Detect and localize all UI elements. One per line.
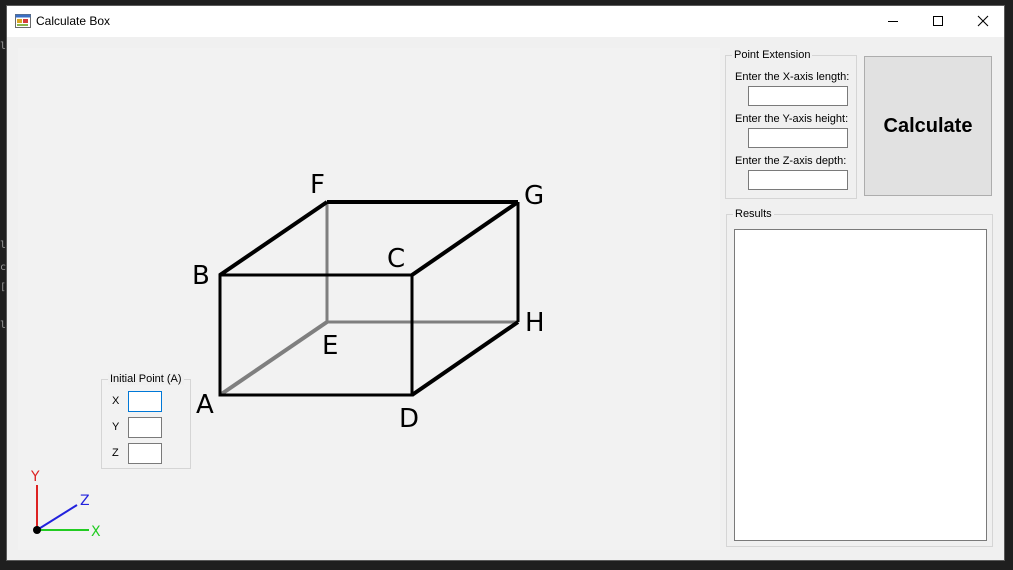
maximize-icon xyxy=(933,16,943,26)
z-axis-line xyxy=(36,504,78,531)
minimize-icon xyxy=(888,21,898,22)
vertex-label-h: H xyxy=(525,308,545,338)
edge-A-E xyxy=(218,320,329,397)
y-height-label: Enter the Y-axis height: xyxy=(735,113,849,125)
origin-dot xyxy=(33,526,41,534)
axes-gizmo: Y X Z xyxy=(30,469,101,540)
close-icon xyxy=(977,15,989,27)
client-area: A B C D E F G H Y X Z Initial Point (A) xyxy=(7,37,1004,560)
initial-y-input[interactable] xyxy=(128,417,162,438)
point-extension-group: Point Extension Enter the X-axis length:… xyxy=(725,49,857,199)
results-textbox[interactable] xyxy=(734,229,987,541)
x-axis-label: X xyxy=(91,524,101,540)
initial-x-label: X xyxy=(112,395,120,407)
drawing-canvas: A B C D E F G H xyxy=(18,48,720,550)
point-extension-title: Point Extension xyxy=(732,49,813,61)
vertex-label-f: F xyxy=(310,170,325,200)
results-group: Results xyxy=(726,208,993,547)
vertex-label-b: B xyxy=(192,261,210,291)
y-height-input[interactable] xyxy=(748,128,848,148)
edge-C-G xyxy=(410,200,520,277)
vertex-label-d: D xyxy=(399,404,419,434)
x-length-input[interactable] xyxy=(748,86,848,106)
initial-y-label: Y xyxy=(112,421,120,433)
initial-point-group: Initial Point (A) X Y Z xyxy=(101,373,191,469)
vertex-label-g: G xyxy=(524,181,544,211)
y-axis-label: Y xyxy=(30,469,40,485)
vertex-label-a: A xyxy=(196,390,214,420)
initial-x-input[interactable] xyxy=(128,391,162,412)
maximize-button[interactable] xyxy=(915,6,960,36)
close-button[interactable] xyxy=(960,6,1004,36)
z-axis-label: Z xyxy=(80,493,90,509)
x-length-label: Enter the X-axis length: xyxy=(735,71,850,83)
app-window: Calculate Box A B C D E F G H Y X Z Init… xyxy=(6,5,1005,561)
edge-B-F xyxy=(218,200,329,277)
minimize-button[interactable] xyxy=(870,6,915,36)
initial-z-input[interactable] xyxy=(128,443,162,464)
calculate-button[interactable]: Calculate xyxy=(864,56,992,196)
z-depth-label: Enter the Z-axis depth: xyxy=(735,155,847,167)
initial-point-title: Initial Point (A) xyxy=(108,373,184,385)
edge-D-H xyxy=(410,320,520,397)
title-bar: Calculate Box xyxy=(7,6,1004,37)
app-icon xyxy=(15,14,31,28)
vertex-label-c: C xyxy=(387,244,405,274)
results-title: Results xyxy=(733,208,774,220)
window-title: Calculate Box xyxy=(36,14,111,28)
initial-z-label: Z xyxy=(112,447,119,459)
vertex-label-e: E xyxy=(322,331,338,361)
box-diagram: A B C D E F G H xyxy=(192,170,545,434)
z-depth-input[interactable] xyxy=(748,170,848,190)
